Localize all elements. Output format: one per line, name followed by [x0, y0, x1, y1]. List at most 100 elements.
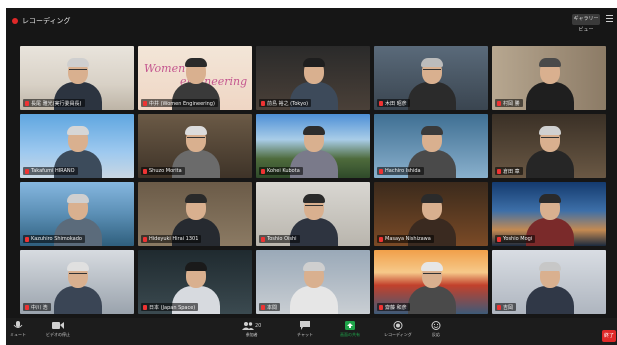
muted-mic-icon: [379, 168, 383, 174]
participant-nameplate: 齋藤 和彦: [377, 303, 410, 311]
participant-video-figure: [526, 262, 575, 314]
participant-video-figure: [526, 58, 575, 110]
end-meeting-button[interactable]: 終了: [602, 330, 616, 342]
participant-tile[interactable]: 中川 浩: [20, 250, 134, 314]
muted-mic-icon: [379, 100, 383, 106]
reactions-button[interactable]: 反応: [430, 321, 442, 338]
record-dot-icon: [12, 18, 18, 24]
participant-tile[interactable]: Kazuhiro Shimokado: [20, 182, 134, 246]
participant-tile[interactable]: Masaya Nishizawa: [374, 182, 488, 246]
participant-nameplate: Hideyuki Hirai 1301: [141, 235, 202, 243]
meeting-toolbar: ミュート ビデオの停止 20 参加者 チャット 画面の共有 レコーディング 反応…: [6, 318, 617, 345]
reactions-label: 反応: [432, 332, 440, 337]
participant-tile[interactable]: 本間: [256, 250, 370, 314]
muted-mic-icon: [261, 304, 265, 310]
participant-tile[interactable]: Toshio Oishi: [256, 182, 370, 246]
recording-label: レコーディング: [22, 17, 71, 25]
participant-nameplate: Hachiro Ishida: [377, 167, 424, 175]
participant-tile[interactable]: 吉岡: [492, 250, 606, 314]
muted-mic-icon: [261, 100, 265, 106]
top-bar: レコーディング ギャラリービュー: [6, 8, 617, 34]
participant-name: 前島 裕之 (Tokyo): [267, 100, 309, 107]
participant-tile[interactable]: Women engineering 中井 (Women Engineering): [138, 46, 252, 110]
participant-tile[interactable]: 木田 昭彦: [374, 46, 488, 110]
participant-tile[interactable]: 前島 裕之 (Tokyo): [256, 46, 370, 110]
participant-nameplate: 木田 昭彦: [377, 99, 410, 107]
participant-tile[interactable]: 長尾 雅光(実行委員長): [20, 46, 134, 110]
video-button[interactable]: ビデオの停止: [46, 321, 70, 338]
share-screen-icon: [345, 321, 355, 330]
mute-button[interactable]: ミュート: [10, 321, 26, 338]
participant-name: Shuzo Morita: [149, 168, 182, 174]
participant-nameplate: 中川 浩: [23, 303, 51, 311]
participant-name: Hachiro Ishida: [385, 168, 421, 174]
participant-nameplate: Takafumi HIRANO: [23, 167, 78, 175]
participant-name: Kazuhiro Shimokado: [31, 236, 82, 242]
participant-nameplate: 村岡 勝: [495, 99, 523, 107]
participant-tile[interactable]: 倉田 章: [492, 114, 606, 178]
participant-video-figure: [526, 126, 575, 178]
video-camera-icon: [52, 322, 64, 329]
muted-mic-icon: [379, 304, 383, 310]
participant-name: 村岡 勝: [503, 100, 520, 107]
share-screen-button[interactable]: 画面の共有: [340, 321, 360, 338]
record-button[interactable]: レコーディング: [384, 321, 412, 338]
people-icon: [242, 322, 254, 330]
participant-nameplate: 倉田 章: [495, 167, 523, 175]
muted-mic-icon: [143, 100, 147, 106]
smiley-icon: [431, 321, 441, 330]
participant-tile[interactable]: Takafumi HIRANO: [20, 114, 134, 178]
muted-mic-icon: [497, 168, 501, 174]
participant-nameplate: 吉岡: [495, 303, 517, 311]
muted-mic-icon: [25, 100, 29, 106]
video-label: ビデオの停止: [46, 332, 70, 337]
participant-tile[interactable]: 齋藤 和彦: [374, 250, 488, 314]
record-icon: [393, 321, 403, 330]
participants-button[interactable]: 20 参加者: [242, 321, 261, 338]
participant-video-figure: [290, 262, 339, 314]
participant-video-figure: [408, 262, 457, 314]
menu-icon[interactable]: [606, 15, 613, 23]
participant-name: 吉岡: [503, 304, 514, 311]
participant-video-figure: [408, 58, 457, 110]
participant-tile[interactable]: Kohei Kubota: [256, 114, 370, 178]
participant-nameplate: Kazuhiro Shimokado: [23, 235, 85, 243]
mute-label: ミュート: [10, 332, 26, 337]
participant-tile[interactable]: Yoshio Mogi: [492, 182, 606, 246]
screenshot-frame: レコーディング ギャラリービュー 長尾 雅光(実行委員長) Women engine…: [0, 0, 617, 345]
record-label: レコーディング: [384, 332, 412, 337]
participant-name: 本間: [267, 304, 278, 311]
recording-indicator[interactable]: レコーディング: [12, 15, 71, 27]
muted-mic-icon: [497, 304, 501, 310]
share-screen-label: 画面の共有: [340, 332, 360, 337]
muted-mic-icon: [143, 236, 147, 242]
participant-name: Masaya Nishizawa: [385, 236, 431, 242]
participant-name: Kohei Kubota: [267, 168, 300, 174]
video-gallery: 長尾 雅光(実行委員長) Women engineering 中井 (Women En…: [20, 46, 606, 316]
chat-button[interactable]: チャット: [297, 321, 313, 338]
participant-video-figure: [54, 262, 103, 314]
view-button[interactable]: ギャラリービュー: [572, 14, 600, 33]
participant-nameplate: Shuzo Morita: [141, 167, 185, 175]
participant-name: 齋藤 和彦: [385, 304, 407, 311]
participant-tile[interactable]: Shuzo Morita: [138, 114, 252, 178]
muted-mic-icon: [25, 168, 29, 174]
participant-name: 長尾 雅光(実行委員長): [31, 100, 82, 107]
muted-mic-icon: [143, 168, 147, 174]
muted-mic-icon: [25, 304, 29, 310]
participant-nameplate: 前島 裕之 (Tokyo): [259, 99, 312, 107]
participant-nameplate: 中井 (Women Engineering): [141, 99, 218, 107]
participant-name: 倉田 章: [503, 168, 520, 175]
participant-nameplate: Yoshio Mogi: [495, 235, 536, 243]
muted-mic-icon: [379, 236, 383, 242]
participant-tile[interactable]: Hachiro Ishida: [374, 114, 488, 178]
participant-name: 木田 昭彦: [385, 100, 407, 107]
participant-tile[interactable]: 日本 (Japan Space): [138, 250, 252, 314]
participant-name: 日本 (Japan Space): [149, 304, 196, 311]
participant-tile[interactable]: Hideyuki Hirai 1301: [138, 182, 252, 246]
muted-mic-icon: [261, 168, 265, 174]
participant-name: Toshio Oishi: [267, 236, 297, 242]
participant-name: Takafumi HIRANO: [31, 168, 75, 174]
participant-tile[interactable]: 村岡 勝: [492, 46, 606, 110]
participants-count: 20: [255, 322, 262, 329]
